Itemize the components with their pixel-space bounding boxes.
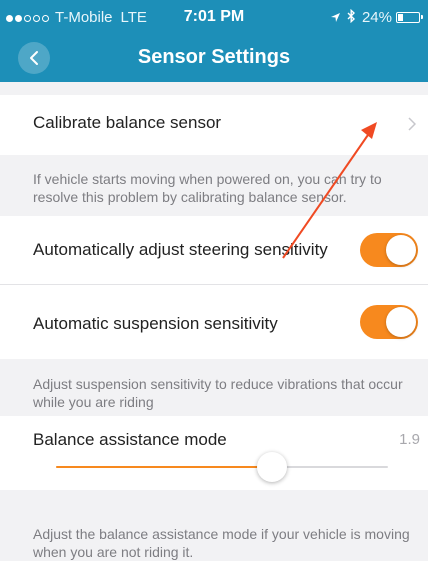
suspension-sensitivity-label: Automatic suspension sensitivity [33, 314, 278, 333]
toggle-knob [386, 235, 416, 265]
chevron-right-icon [408, 117, 416, 131]
slider-thumb[interactable] [256, 452, 287, 482]
battery-percentage: 24% [361, 9, 392, 26]
balance-assistance-value: 1.9 [399, 431, 420, 448]
toggle-knob [386, 307, 416, 337]
location-arrow-icon [330, 10, 341, 26]
status-bar: T-Mobile LTE 7:01 PM 24% [0, 0, 428, 36]
steering-sensitivity-label: Automatically adjust steering sensitivit… [33, 240, 328, 259]
steering-sensitivity-toggle[interactable] [360, 233, 418, 267]
app-header: T-Mobile LTE 7:01 PM 24% Sensor Settings [0, 0, 428, 82]
status-right: 24% [330, 8, 423, 26]
balance-assistance-caption: Adjust the balance assistance mode if yo… [33, 526, 410, 560]
bluetooth-icon [347, 8, 356, 26]
suspension-sensitivity-row: Automatic suspension sensitivity [0, 285, 428, 359]
suspension-caption: Adjust suspension sensitivity to reduce … [33, 376, 403, 410]
navigation-bar: Sensor Settings [0, 36, 428, 82]
calibrate-caption: If vehicle starts moving when powered on… [33, 171, 382, 205]
balance-assistance-row: Balance assistance mode 1.9 [0, 416, 428, 490]
battery-icon [396, 12, 423, 23]
page-title: Sensor Settings [137, 46, 291, 68]
calibrate-balance-sensor-row[interactable]: Calibrate balance sensor [0, 95, 428, 155]
slider-fill [56, 466, 272, 468]
balance-assistance-slider[interactable] [56, 452, 388, 482]
suspension-sensitivity-toggle[interactable] [360, 305, 418, 339]
steering-sensitivity-row: Automatically adjust steering sensitivit… [0, 216, 428, 284]
balance-assistance-label: Balance assistance mode [33, 430, 227, 449]
calibrate-balance-sensor-label: Calibrate balance sensor [33, 113, 222, 132]
